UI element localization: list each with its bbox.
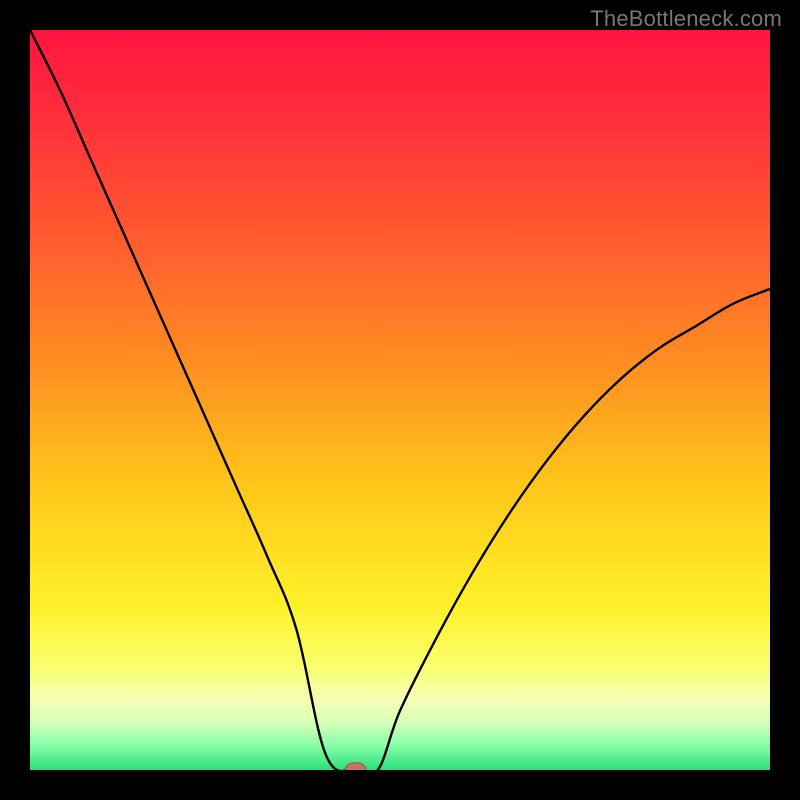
bottleneck-chart [30,30,770,770]
gradient-background [30,30,770,770]
watermark-text: TheBottleneck.com [590,6,782,32]
chart-frame: TheBottleneck.com [0,0,800,800]
plot-area [30,30,770,770]
